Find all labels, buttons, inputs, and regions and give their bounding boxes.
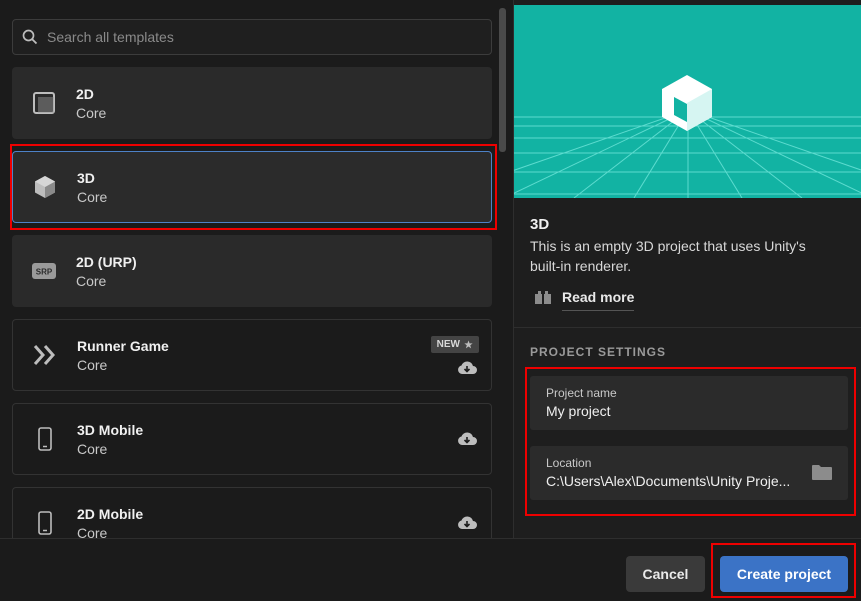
template-title: 2D — [76, 85, 94, 102]
dialog-footer: Cancel Create project — [0, 538, 861, 601]
template-preview-image — [514, 5, 861, 198]
project-settings-heading: PROJECT SETTINGS — [530, 345, 667, 359]
template-details-pane: 3D This is an empty 3D project that uses… — [513, 0, 861, 538]
location-label: Location — [546, 456, 592, 470]
srp-icon: SRP — [12, 263, 76, 279]
template-subtitle: Core — [77, 356, 108, 373]
book-icon — [534, 290, 552, 311]
template-title: 2D Mobile — [77, 505, 144, 522]
project-name-label: Project name — [546, 386, 617, 400]
template-subtitle: Core — [77, 188, 108, 205]
star-icon — [464, 339, 473, 348]
square-icon — [12, 91, 76, 115]
divider — [514, 327, 861, 328]
template-title: Runner Game — [77, 337, 169, 354]
template-subtitle: Core — [76, 104, 107, 121]
location-input[interactable]: C:\Users\Alex\Documents\Unity Proje... — [546, 473, 808, 489]
search-box[interactable] — [12, 19, 492, 55]
template-card-3d-mobile[interactable]: 3D Mobile Core — [12, 403, 492, 475]
template-card-2d[interactable]: 2D Core — [12, 67, 492, 139]
project-name-field[interactable]: Project name My project — [530, 376, 848, 430]
template-list-pane: 2D Core 3D Core SRP 2D (URP) Core Runner… — [0, 0, 512, 538]
read-more-label[interactable]: Read more — [562, 289, 635, 311]
template-detail-description: This is an empty 3D project that uses Un… — [530, 238, 806, 274]
search-input[interactable] — [47, 29, 491, 45]
new-badge: NEW — [430, 335, 479, 353]
template-subtitle: Core — [77, 440, 108, 457]
template-detail-title: 3D — [530, 216, 550, 233]
folder-icon[interactable] — [812, 464, 832, 485]
cloud-download-icon[interactable] — [455, 516, 479, 530]
project-name-input[interactable]: My project — [546, 403, 808, 419]
scrollbar[interactable] — [499, 8, 506, 152]
phone-icon — [13, 511, 77, 535]
template-card-2d-mobile[interactable]: 2D Mobile Core — [12, 487, 492, 538]
search-icon — [13, 29, 47, 45]
double-chevron-icon — [13, 344, 77, 366]
cancel-button[interactable]: Cancel — [626, 556, 705, 592]
template-subtitle: Core — [77, 524, 108, 539]
template-card-2d-urp[interactable]: SRP 2D (URP) Core — [12, 235, 492, 307]
template-card-3d[interactable]: 3D Core — [12, 151, 492, 223]
template-card-runner-game[interactable]: Runner Game Core NEW — [12, 319, 492, 391]
location-field[interactable]: Location C:\Users\Alex\Documents\Unity P… — [530, 446, 848, 500]
template-title: 3D Mobile — [77, 421, 144, 438]
cloud-download-icon[interactable] — [455, 432, 479, 446]
new-badge-label: NEW — [436, 338, 460, 350]
cube-icon — [13, 175, 77, 199]
template-title: 3D — [77, 169, 95, 186]
template-title: 2D (URP) — [76, 253, 137, 270]
phone-icon — [13, 427, 77, 451]
srp-icon-text: SRP — [36, 268, 53, 277]
create-project-button[interactable]: Create project — [720, 556, 848, 592]
template-subtitle: Core — [76, 272, 107, 289]
read-more-link[interactable]: Read more — [534, 289, 635, 311]
cloud-download-icon[interactable] — [455, 360, 479, 375]
